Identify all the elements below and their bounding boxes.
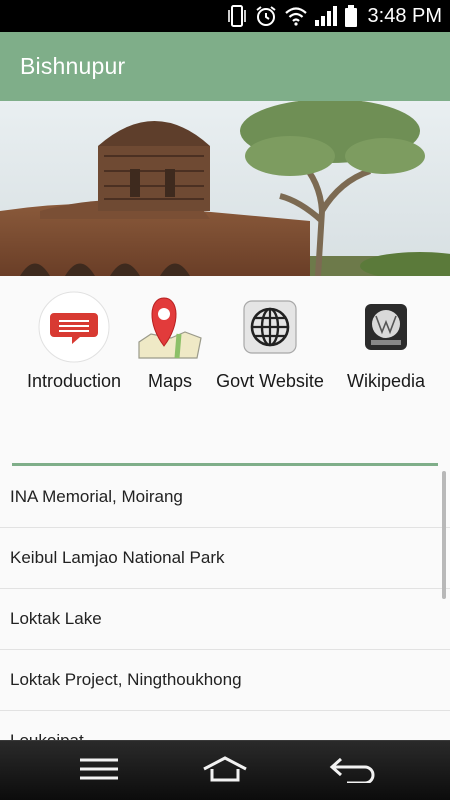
introduction-label: Introduction	[26, 371, 122, 391]
vibrate-icon	[226, 4, 248, 28]
list-item[interactable]: Loktak Lake	[0, 589, 450, 650]
govt-website-button[interactable]: Govt Website	[210, 288, 330, 392]
maps-label: Maps	[147, 371, 192, 391]
home-button[interactable]	[175, 741, 275, 800]
list-scrollbar[interactable]	[442, 471, 446, 599]
map-pin-icon	[130, 288, 210, 366]
menu-icon	[78, 757, 120, 786]
maps-button[interactable]: Maps	[130, 288, 210, 392]
alarm-icon	[254, 4, 278, 28]
menu-button[interactable]	[49, 741, 149, 800]
back-icon	[329, 755, 377, 788]
list-item[interactable]: Loktak Project, Ningthoukhong	[0, 650, 450, 711]
app-bar: Bishnupur	[0, 32, 450, 101]
status-bar: 3:48 PM	[0, 0, 450, 32]
navigation-bar	[0, 740, 450, 800]
introduction-button[interactable]: Introduction	[27, 288, 121, 392]
wikipedia-button[interactable]: Wikipedia	[340, 288, 432, 392]
hero-image	[0, 101, 450, 276]
chat-bubble-icon	[34, 288, 114, 366]
wikipedia-icon	[346, 288, 426, 366]
section-divider	[12, 463, 438, 466]
signal-icon	[314, 4, 338, 28]
back-button[interactable]	[303, 741, 403, 800]
feature-grid: Introduction Maps Govt Website Wikipedia	[0, 288, 450, 408]
list-item[interactable]: Loukoipat	[0, 711, 450, 740]
list-item[interactable]: INA Memorial, Moirang	[0, 467, 450, 528]
battery-icon	[344, 4, 358, 28]
page-title: Bishnupur	[20, 53, 126, 79]
wifi-icon	[284, 4, 308, 28]
globe-icon	[230, 288, 310, 366]
home-icon	[201, 755, 249, 788]
wikipedia-label: Wikipedia	[346, 371, 426, 391]
places-list: INA Memorial, Moirang Keibul Lamjao Nati…	[0, 467, 450, 740]
list-item[interactable]: Keibul Lamjao National Park	[0, 528, 450, 589]
clock-time: 3:48 PM	[367, 4, 442, 27]
govt-website-label: Govt Website	[216, 371, 324, 391]
